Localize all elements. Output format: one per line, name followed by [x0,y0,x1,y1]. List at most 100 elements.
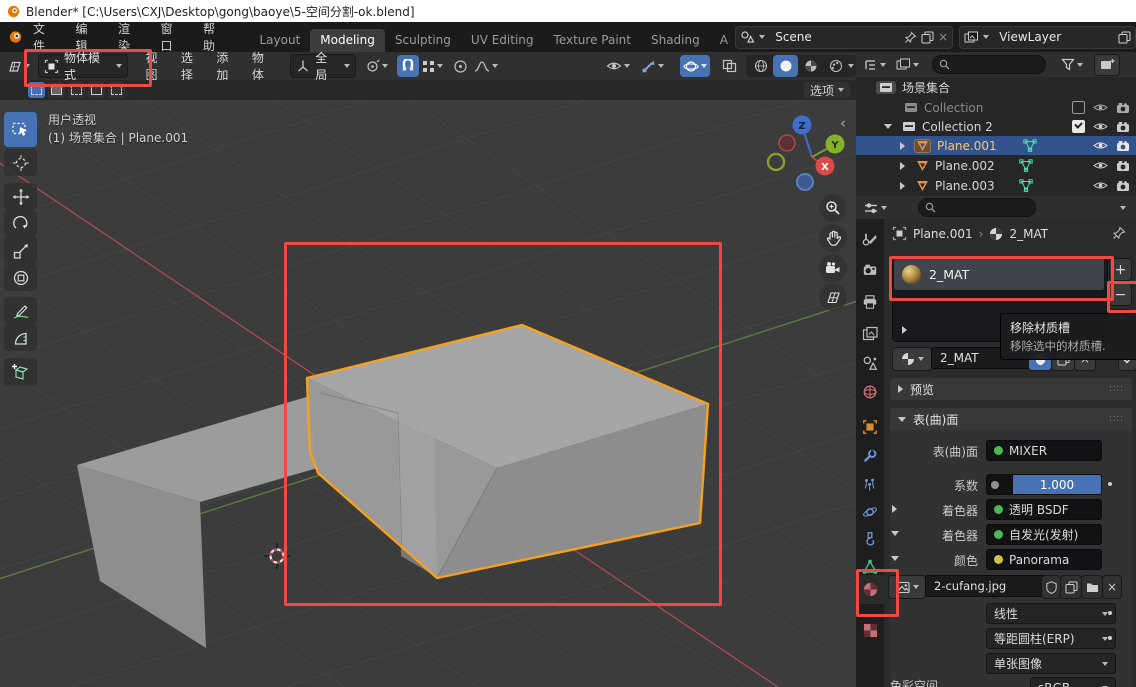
pivot-point-dropdown[interactable] [362,55,391,77]
collection2-checkbox[interactable] [1072,120,1085,133]
shading-material-button[interactable] [798,55,823,77]
tab-world[interactable] [856,379,884,405]
source-dropdown[interactable]: 单张图像 [986,653,1116,674]
menu-3d-object[interactable]: 物体 [243,49,278,83]
projection-dropdown[interactable]: 等距圆柱(ERP) [986,628,1116,649]
outliner-row-scene-collection[interactable]: 场景集合 [856,78,1136,97]
outliner-search-input[interactable] [932,55,1046,74]
tab-particles[interactable] [856,472,884,498]
disable-render-camera-icon[interactable] [1116,160,1130,171]
falloff-dropdown[interactable] [471,55,501,77]
menu-file[interactable]: 文件 [23,22,66,52]
select-mode-intersect-button[interactable] [108,82,125,98]
mode-dropdown[interactable]: 物体模式 [38,54,128,78]
properties-editor-type-button[interactable] [860,197,890,219]
scene-selector[interactable]: Scene × [735,26,953,49]
surface-value-button[interactable]: MIXER [986,440,1102,461]
snap-settings-dropdown[interactable] [419,55,446,77]
viewlayer-selector[interactable]: ViewLayer [959,26,1136,49]
axis-neg-x-handle[interactable] [779,135,795,151]
outliner-row-plane002[interactable]: Plane.002 [856,156,1136,175]
unlink-scene-icon[interactable]: × [938,30,948,44]
menu-3d-add[interactable]: 添加 [207,49,242,83]
tab-physics[interactable] [856,499,884,525]
cube-plane-001-selected[interactable] [307,325,708,578]
select-mode-subtract-button[interactable] [68,82,85,98]
orientation-dropdown[interactable]: 全局 [290,54,356,78]
blender-logo-icon[interactable] [8,29,23,45]
tab-texture[interactable] [856,617,884,643]
tab-modifiers[interactable] [856,443,884,469]
options-dropdown[interactable]: 选项 [804,82,850,98]
tool-add-cube[interactable] [4,358,37,386]
tool-annotate[interactable] [4,297,37,324]
breadcrumb-material-name[interactable]: 2_MAT [1009,227,1048,241]
menu-edit[interactable]: 编辑 [65,22,108,52]
tab-texture-paint[interactable]: Texture Paint [544,29,641,52]
3d-viewport[interactable]: 用户透视 (1) 场景集合 | Plane.001 [0,100,856,687]
menu-render[interactable]: 渲染 [108,22,151,52]
properties-search-input[interactable] [918,198,1036,217]
new-scene-icon[interactable] [921,31,934,44]
menu-window[interactable]: 窗口 [150,22,193,52]
tab-scene[interactable] [856,350,884,376]
menu-help[interactable]: 帮助 [193,22,236,52]
new-collection-button[interactable] [1094,54,1120,76]
hide-eye-icon[interactable] [1093,180,1108,191]
outliner-row-collection[interactable]: Collection [856,98,1136,117]
overlays-toggle[interactable] [680,55,710,77]
tab-animation[interactable]: Animation [710,29,729,52]
select-mode-invert-button[interactable] [88,82,105,98]
breadcrumb-object-name[interactable]: Plane.001 [913,227,973,241]
tab-uv-editing[interactable]: UV Editing [461,29,544,52]
slot-specials-icon[interactable] [902,326,907,334]
disable-render-camera-icon[interactable] [1116,180,1130,191]
browse-image-button[interactable] [888,575,926,599]
open-image-button[interactable] [1081,575,1103,599]
add-material-slot-button[interactable]: + [1109,258,1132,281]
breadcrumb-pin-icon[interactable] [1112,226,1126,240]
show-gizmo-dropdown[interactable] [638,55,667,77]
new-image-button[interactable] [1060,575,1082,599]
tool-rotate[interactable] [4,210,37,237]
shading-rendered-button[interactable] [823,55,848,77]
interpolation-keyframe-dot[interactable] [1108,611,1112,615]
proportional-edit-toggle[interactable] [450,55,471,77]
shader1-value-button[interactable]: 透明 BSDF [986,499,1102,520]
image-fake-user-button[interactable] [1041,575,1061,599]
menu-3d-view[interactable]: 视图 [136,49,171,83]
scene-name[interactable]: Scene [769,30,900,44]
color-value-button[interactable]: Panorama [986,549,1102,570]
disable-render-camera-icon[interactable] [1116,140,1130,151]
outliner-editor-type-button[interactable] [860,54,889,76]
factor-slider[interactable]: 1.000 [1012,474,1102,495]
outliner-display-mode-button[interactable] [893,54,922,76]
interpolation-dropdown[interactable]: 线性 [986,603,1116,624]
outliner-filter-button[interactable] [1058,54,1086,76]
plane002-expand-icon[interactable] [900,162,905,170]
show-object-types-dropdown[interactable] [603,55,633,77]
sidebar-collapse-arrow[interactable]: ‹ [840,114,846,132]
new-viewlayer-icon[interactable] [1118,31,1131,44]
surface-panel-header[interactable]: 表(曲)面 ∷∷ [890,408,1132,430]
editor-type-button[interactable] [3,55,33,77]
axis-neg-y-handle[interactable] [768,154,784,170]
tab-constraints[interactable] [856,526,884,552]
tool-cursor[interactable] [4,149,37,176]
viewlayer-name[interactable]: ViewLayer [993,30,1114,44]
tab-sculpting[interactable]: Sculpting [385,29,461,52]
tab-tool[interactable] [856,227,884,253]
plane001-expand-icon[interactable] [900,142,905,150]
disable-render-camera-icon[interactable] [1116,102,1130,113]
collection2-expand-icon[interactable] [884,124,892,129]
collection-checkbox[interactable] [1072,101,1085,114]
disable-render-camera-icon[interactable] [1116,121,1130,132]
material-slot-row[interactable]: 2_MAT [894,258,1104,290]
tool-scale[interactable] [4,237,37,264]
shading-solid-button[interactable] [773,55,798,77]
factor-keyframe-dot[interactable] [1108,482,1112,486]
tool-move[interactable] [4,183,37,210]
axis-neg-z-handle[interactable] [797,174,813,190]
hide-eye-icon[interactable] [1093,121,1108,132]
colorspace-dropdown[interactable]: sRGB [1030,677,1116,687]
